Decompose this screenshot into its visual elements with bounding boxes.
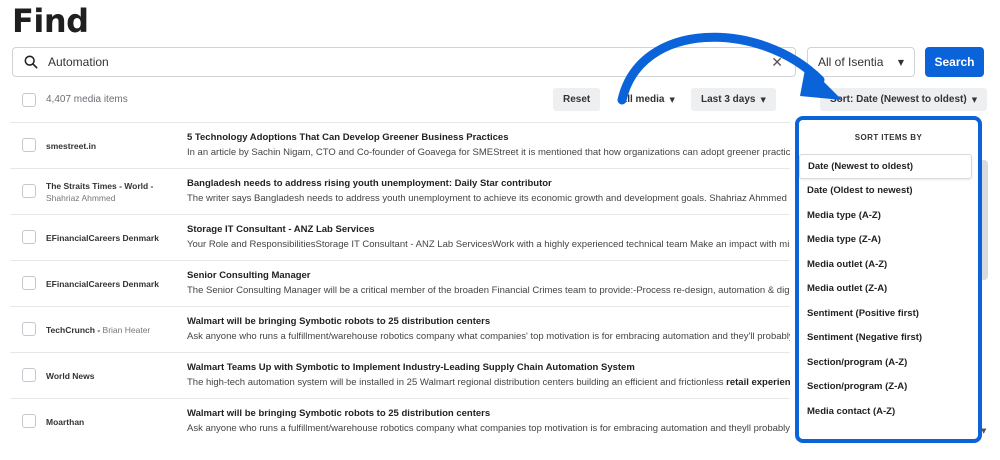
reset-button-label: Reset: [563, 94, 591, 105]
results-toolbar: 4,407 media items Reset All media ▼ Last …: [0, 85, 1000, 115]
snippet: Your Role and ResponsibilitiesStorage IT…: [187, 239, 790, 250]
sort-option-media-type-az[interactable]: Media type (A-Z): [799, 203, 978, 228]
headline[interactable]: Walmart will be bringing Symbotic robots…: [187, 316, 490, 327]
close-icon[interactable]: ✕: [771, 55, 783, 71]
source-outlet[interactable]: World News: [46, 370, 186, 382]
date-filter-dropdown[interactable]: Last 3 days ▼: [691, 88, 776, 111]
headline[interactable]: 5 Technology Adoptions That Can Develop …: [187, 132, 509, 143]
source-author[interactable]: Brian Heater: [103, 325, 151, 335]
snippet: The high-tech automation system will be …: [187, 377, 790, 388]
select-all-checkbox[interactable]: [22, 93, 36, 107]
media-filter-label: All media: [620, 94, 665, 105]
reset-button[interactable]: Reset: [553, 88, 601, 111]
scope-select[interactable]: All of Isentia ▼: [807, 47, 915, 77]
media-filter-dropdown[interactable]: All media ▼: [610, 88, 685, 111]
sort-option-date-oldest[interactable]: Date (Oldest to newest): [799, 179, 978, 204]
table-row[interactable]: EFinancialCareers Denmark Storage IT Con…: [10, 214, 790, 260]
row-checkbox[interactable]: [22, 414, 36, 428]
snippet-text: The high-tech automation system will be …: [187, 377, 724, 388]
media-source: EFinancialCareers Denmark: [46, 215, 186, 261]
snippet: In an article by Sachin Nigam, CTO and C…: [187, 147, 790, 158]
source-outlet[interactable]: smestreet.in: [46, 140, 186, 152]
source-outlet[interactable]: EFinancialCareers Denmark: [46, 278, 186, 290]
search-button[interactable]: Search: [925, 47, 984, 77]
row-checkbox[interactable]: [22, 276, 36, 290]
headline[interactable]: Walmart Teams Up with Symbotic to Implem…: [187, 362, 635, 373]
table-row[interactable]: TechCrunch - Brian Heater Walmart will b…: [10, 306, 790, 352]
headline[interactable]: Bangladesh needs to address rising youth…: [187, 178, 552, 189]
headline[interactable]: Storage IT Consultant - ANZ Lab Services: [187, 224, 375, 235]
search-box[interactable]: ✕: [12, 47, 796, 77]
sort-option-media-outlet-az[interactable]: Media outlet (A-Z): [799, 252, 978, 277]
media-source: EFinancialCareers Denmark: [46, 261, 186, 307]
sort-option-sentiment-positive[interactable]: Sentiment (Positive first): [799, 301, 978, 326]
row-checkbox[interactable]: [22, 230, 36, 244]
sort-option-section-az[interactable]: Section/program (A-Z): [799, 350, 978, 375]
snippet-highlight: retail experience: [726, 377, 790, 388]
chevron-down-icon: ▼: [971, 95, 978, 104]
chevron-down-icon: ▼: [669, 95, 675, 104]
sort-option-section-za[interactable]: Section/program (Z-A): [799, 375, 978, 400]
sort-dropdown[interactable]: Sort: Date (Newest to oldest) ▼: [820, 88, 988, 111]
source-outlet[interactable]: The Straits Times - World: [46, 181, 148, 191]
chevron-down-icon: ▼: [897, 58, 904, 67]
sort-menu: SORT ITEMS BY Date (Newest to oldest) Da…: [795, 116, 982, 443]
sort-dropdown-label: Sort: Date (Newest to oldest): [830, 94, 967, 105]
source-outlet[interactable]: EFinancialCareers Denmark: [46, 232, 186, 244]
row-checkbox[interactable]: [22, 138, 36, 152]
media-count: 4,407 media items: [46, 94, 128, 105]
sort-option-date-newest[interactable]: Date (Newest to oldest): [799, 154, 972, 179]
table-row[interactable]: World News Walmart Teams Up with Symboti…: [10, 352, 790, 398]
table-row[interactable]: smestreet.in 5 Technology Adoptions That…: [10, 122, 790, 168]
sort-menu-title: SORT ITEMS BY: [854, 132, 923, 142]
media-source: The Straits Times - World - Shahriaz Ahmm…: [46, 169, 186, 215]
chevron-down-icon: ▼: [760, 95, 766, 104]
snippet: The writer says Bangladesh needs to addr…: [187, 193, 790, 204]
table-row[interactable]: EFinancialCareers Denmark Senior Consult…: [10, 260, 790, 306]
table-row[interactable]: Moarthan Walmart will be bringing Symbot…: [10, 398, 790, 444]
sort-option-media-contact-az[interactable]: Media contact (A-Z): [799, 399, 978, 424]
row-checkbox[interactable]: [22, 368, 36, 382]
scope-select-label: All of Isentia: [818, 55, 884, 69]
results-list: smestreet.in 5 Technology Adoptions That…: [10, 122, 790, 444]
search-input[interactable]: [48, 55, 748, 69]
source-outlet[interactable]: TechCrunch: [46, 325, 95, 335]
snippet: Ask anyone who runs a fulfillment/wareho…: [187, 331, 790, 342]
media-source: Moarthan: [46, 399, 186, 445]
snippet: The Senior Consulting Manager will be a …: [187, 285, 790, 296]
media-source: TechCrunch - Brian Heater: [46, 325, 151, 335]
sort-option-media-type-za[interactable]: Media type (Z-A): [799, 228, 978, 253]
source-outlet[interactable]: Moarthan: [46, 416, 186, 428]
media-source: World News: [46, 353, 186, 399]
snippet: Ask anyone who runs a fulfillment/wareho…: [187, 423, 790, 434]
row-checkbox[interactable]: [22, 184, 36, 198]
source-author[interactable]: Shahriaz Ahmmed: [46, 192, 186, 204]
headline[interactable]: Walmart will be bringing Symbotic robots…: [187, 408, 490, 419]
search-icon: [24, 55, 38, 69]
sort-option-sentiment-negative[interactable]: Sentiment (Negative first): [799, 326, 978, 351]
media-source: smestreet.in: [46, 123, 186, 169]
date-filter-label: Last 3 days: [701, 94, 756, 105]
row-checkbox[interactable]: [22, 322, 36, 336]
sort-option-media-outlet-za[interactable]: Media outlet (Z-A): [799, 277, 978, 302]
headline[interactable]: Senior Consulting Manager: [187, 270, 311, 281]
page-title: Find: [12, 2, 89, 40]
table-row[interactable]: The Straits Times - World - Shahriaz Ahmm…: [10, 168, 790, 214]
